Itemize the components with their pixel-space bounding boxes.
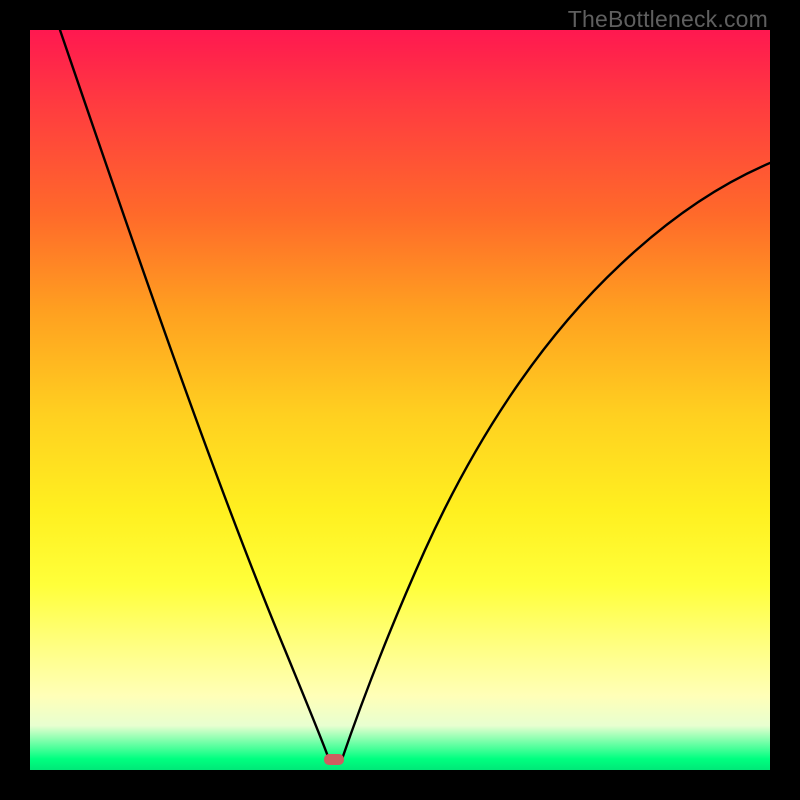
bottleneck-marker bbox=[324, 754, 344, 765]
curve-right-branch bbox=[341, 163, 770, 762]
plot-area bbox=[30, 30, 770, 770]
chart-frame: TheBottleneck.com bbox=[0, 0, 800, 800]
watermark-text: TheBottleneck.com bbox=[568, 6, 768, 33]
curve-layer bbox=[30, 30, 770, 770]
curve-left-branch bbox=[60, 30, 330, 762]
